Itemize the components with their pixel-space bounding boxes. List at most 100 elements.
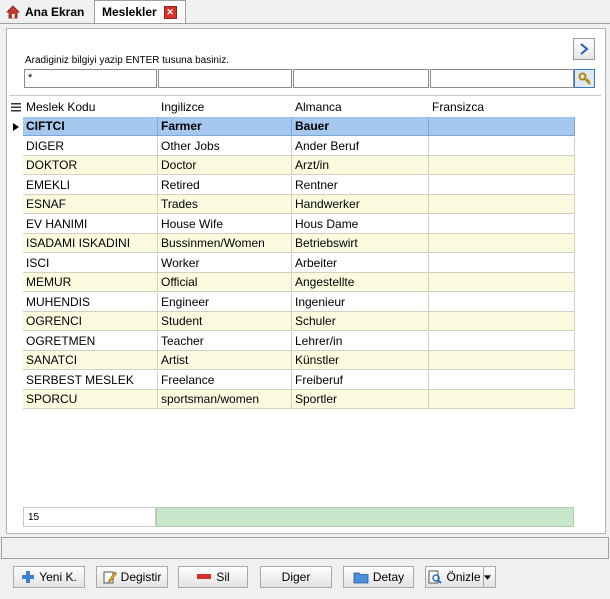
- row-indicator[interactable]: [9, 137, 23, 156]
- cell-meslek-kodu[interactable]: ISCI: [23, 253, 158, 273]
- cell-almanca[interactable]: Handwerker: [292, 195, 429, 214]
- delete-button[interactable]: Sil: [178, 566, 248, 588]
- cell-almanca[interactable]: Sportler: [292, 390, 429, 409]
- cell-almanca[interactable]: Bauer: [292, 117, 429, 136]
- cell-meslek-kodu[interactable]: OGRETMEN: [23, 331, 158, 351]
- search-key-button[interactable]: [574, 69, 595, 88]
- cell-fransizca[interactable]: [429, 156, 575, 175]
- cell-fransizca[interactable]: [429, 214, 575, 234]
- cell-fransizca[interactable]: [429, 312, 575, 331]
- table-row[interactable]: OGRENCI Student Schuler: [9, 312, 575, 331]
- header-ingilizce[interactable]: Ingilizce: [161, 100, 204, 114]
- close-icon[interactable]: ✕: [163, 5, 177, 19]
- table-row[interactable]: ESNAF Trades Handwerker: [9, 195, 575, 214]
- preview-dropdown-button[interactable]: [483, 566, 496, 588]
- table-row[interactable]: ISADAMI ISKADINI Bussinmen/Women Betriebsw…: [9, 234, 575, 253]
- tab-ana-ekran[interactable]: Ana Ekran: [2, 1, 92, 22]
- table-row[interactable]: MUHENDIS Engineer Ingenieur: [9, 292, 575, 312]
- cell-meslek-kodu[interactable]: ESNAF: [23, 195, 158, 214]
- row-indicator[interactable]: [9, 215, 23, 234]
- row-indicator[interactable]: [9, 351, 23, 370]
- table-row[interactable]: OGRETMEN Teacher Lehrer/in: [9, 331, 575, 351]
- cell-fransizca[interactable]: [429, 175, 575, 195]
- row-indicator[interactable]: [9, 117, 23, 136]
- table-row[interactable]: DOKTOR Doctor Arzt/in: [9, 156, 575, 175]
- row-indicator[interactable]: [9, 273, 23, 292]
- cell-fransizca[interactable]: [429, 351, 575, 370]
- row-indicator[interactable]: [9, 293, 23, 312]
- cell-meslek-kodu[interactable]: OGRENCI: [23, 312, 158, 331]
- edit-button[interactable]: Degistir: [96, 566, 168, 588]
- cell-ingilizce[interactable]: Freelance: [158, 370, 292, 390]
- cell-ingilizce[interactable]: Farmer: [158, 117, 292, 136]
- cell-almanca[interactable]: Schuler: [292, 312, 429, 331]
- cell-almanca[interactable]: Hous Dame: [292, 214, 429, 234]
- row-indicator[interactable]: [9, 312, 23, 331]
- new-record-button[interactable]: Yeni K.: [13, 566, 85, 588]
- cell-meslek-kodu[interactable]: SERBEST MESLEK: [23, 370, 158, 390]
- row-indicator[interactable]: [9, 156, 23, 175]
- cell-fransizca[interactable]: [429, 136, 575, 156]
- cell-meslek-kodu[interactable]: EV HANIMI: [23, 214, 158, 234]
- header-meslek-kodu[interactable]: Meslek Kodu: [26, 100, 95, 114]
- cell-meslek-kodu[interactable]: DIGER: [23, 136, 158, 156]
- cell-almanca[interactable]: Angestellte: [292, 273, 429, 292]
- cell-almanca[interactable]: Arbeiter: [292, 253, 429, 273]
- header-almanca[interactable]: Almanca: [295, 100, 342, 114]
- cell-almanca[interactable]: Künstler: [292, 351, 429, 370]
- cell-fransizca[interactable]: [429, 370, 575, 390]
- cell-meslek-kodu[interactable]: SPORCU: [23, 390, 158, 409]
- table-row[interactable]: DIGER Other Jobs Ander Beruf: [9, 136, 575, 156]
- cell-fransizca[interactable]: [429, 273, 575, 292]
- detail-button[interactable]: Detay: [343, 566, 414, 588]
- cell-ingilizce[interactable]: Teacher: [158, 331, 292, 351]
- tab-meslekler[interactable]: Meslekler ✕: [94, 0, 186, 23]
- column-chooser-icon[interactable]: [11, 103, 21, 112]
- cell-fransizca[interactable]: [429, 292, 575, 312]
- filter-meslek-kodu-input[interactable]: *: [24, 69, 157, 88]
- filter-ingilizce-input[interactable]: [158, 69, 292, 88]
- row-indicator[interactable]: [9, 371, 23, 390]
- table-row[interactable]: SERBEST MESLEK Freelance Freiberuf: [9, 370, 575, 390]
- header-fransizca[interactable]: Fransizca: [432, 100, 484, 114]
- cell-meslek-kodu[interactable]: MUHENDIS: [23, 292, 158, 312]
- cell-ingilizce[interactable]: Official: [158, 273, 292, 292]
- cell-meslek-kodu[interactable]: SANATCI: [23, 351, 158, 370]
- cell-almanca[interactable]: Freiberuf: [292, 370, 429, 390]
- cell-meslek-kodu[interactable]: ISADAMI ISKADINI: [23, 234, 158, 253]
- filter-fransizca-input[interactable]: [430, 69, 574, 88]
- row-indicator[interactable]: [9, 332, 23, 351]
- table-row[interactable]: EV HANIMI House Wife Hous Dame: [9, 214, 575, 234]
- cell-almanca[interactable]: Rentner: [292, 175, 429, 195]
- table-row[interactable]: ISCI Worker Arbeiter: [9, 253, 575, 273]
- cell-ingilizce[interactable]: sportsman/women: [158, 390, 292, 409]
- cell-fransizca[interactable]: [429, 117, 575, 136]
- other-button[interactable]: Diger: [260, 566, 332, 588]
- filter-almanca-input[interactable]: [293, 69, 429, 88]
- cell-fransizca[interactable]: [429, 390, 575, 409]
- table-row[interactable]: CIFTCI Farmer Bauer: [9, 117, 575, 136]
- cell-ingilizce[interactable]: Artist: [158, 351, 292, 370]
- table-row[interactable]: MEMUR Official Angestellte: [9, 273, 575, 292]
- row-indicator[interactable]: [9, 176, 23, 195]
- cell-ingilizce[interactable]: Trades: [158, 195, 292, 214]
- cell-ingilizce[interactable]: Bussinmen/Women: [158, 234, 292, 253]
- cell-fransizca[interactable]: [429, 195, 575, 214]
- cell-meslek-kodu[interactable]: CIFTCI: [23, 117, 158, 136]
- row-indicator[interactable]: [9, 195, 23, 214]
- cell-meslek-kodu[interactable]: DOKTOR: [23, 156, 158, 175]
- cell-ingilizce[interactable]: Worker: [158, 253, 292, 273]
- cell-meslek-kodu[interactable]: MEMUR: [23, 273, 158, 292]
- cell-almanca[interactable]: Betriebswirt: [292, 234, 429, 253]
- cell-almanca[interactable]: Arzt/in: [292, 156, 429, 175]
- cell-ingilizce[interactable]: House Wife: [158, 214, 292, 234]
- row-indicator[interactable]: [9, 234, 23, 253]
- cell-ingilizce[interactable]: Doctor: [158, 156, 292, 175]
- cell-ingilizce[interactable]: Engineer: [158, 292, 292, 312]
- cell-fransizca[interactable]: [429, 331, 575, 351]
- cell-ingilizce[interactable]: Other Jobs: [158, 136, 292, 156]
- cell-ingilizce[interactable]: Student: [158, 312, 292, 331]
- cell-almanca[interactable]: Ingenieur: [292, 292, 429, 312]
- row-indicator[interactable]: [9, 254, 23, 273]
- cell-ingilizce[interactable]: Retired: [158, 175, 292, 195]
